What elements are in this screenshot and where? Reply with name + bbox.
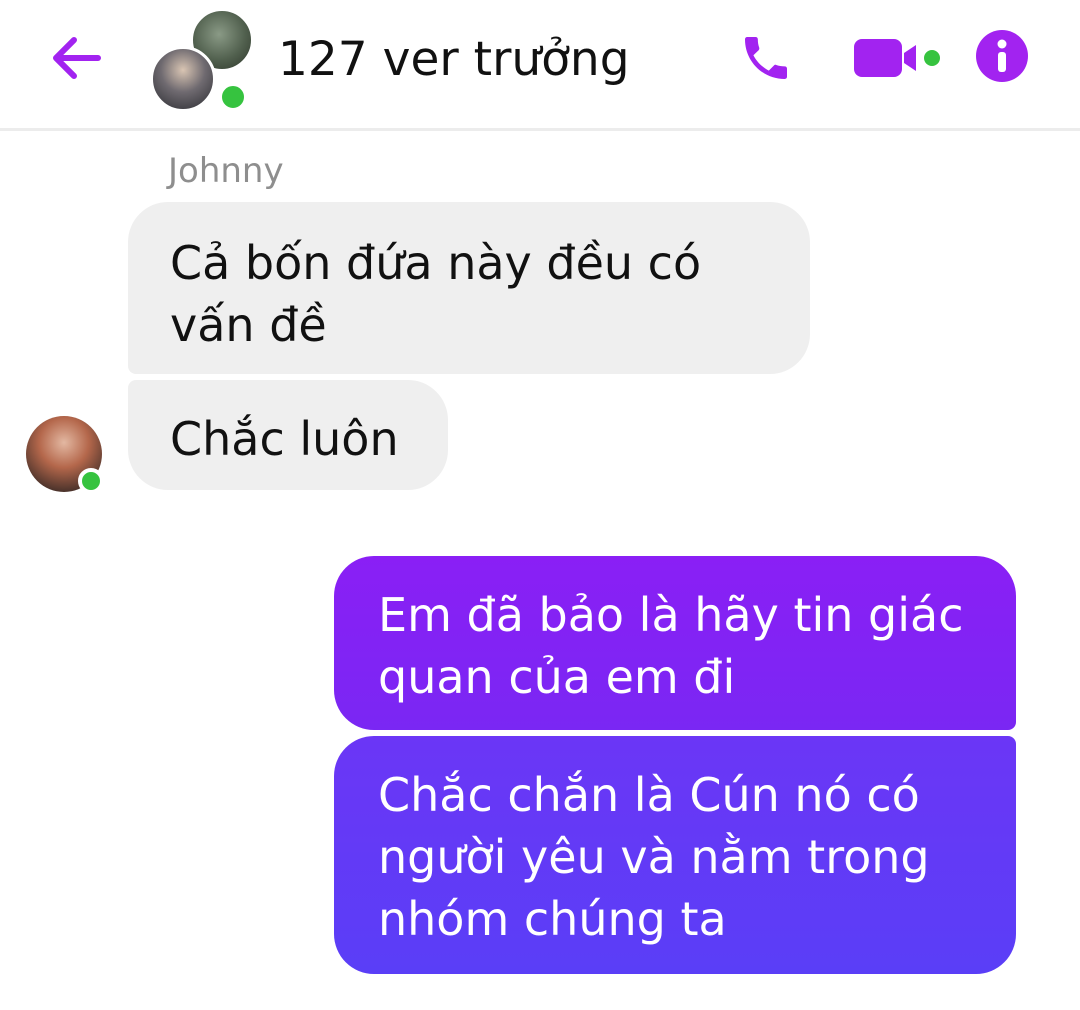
- voice-call-button[interactable]: [738, 30, 794, 86]
- member-avatar: [150, 46, 216, 112]
- online-indicator: [78, 468, 104, 494]
- message-text: Chắc chắn là Cún nó có người yêu và nằm …: [378, 768, 930, 946]
- conversation-title[interactable]: 127 ver trưởng: [278, 28, 630, 92]
- sender-name: Johnny: [168, 151, 284, 191]
- message-text: Em đã bảo là hãy tin giác quan của em đi: [378, 588, 964, 704]
- message-text: Chắc luôn: [170, 412, 399, 466]
- outgoing-message-bubble[interactable]: Em đã bảo là hãy tin giác quan của em đi: [334, 556, 1016, 730]
- incoming-message-bubble[interactable]: Cả bốn đứa này đều có vấn đề: [128, 202, 810, 374]
- chat-screen: 127 ver trưởng Johnny Cả bốn đứa này đều…: [0, 0, 1080, 1010]
- back-button[interactable]: [46, 30, 106, 86]
- message-text: Cả bốn đứa này đều có vấn đề: [170, 236, 702, 352]
- video-camera-icon: [854, 39, 940, 77]
- info-icon: [976, 30, 1028, 82]
- outgoing-message-bubble[interactable]: Chắc chắn là Cún nó có người yêu và nằm …: [334, 736, 1016, 974]
- back-arrow-icon: [53, 37, 101, 79]
- chat-header: 127 ver trưởng: [0, 0, 1080, 131]
- incoming-message-bubble[interactable]: Chắc luôn: [128, 380, 448, 490]
- group-avatar[interactable]: [150, 8, 254, 112]
- info-button[interactable]: [974, 28, 1030, 84]
- phone-icon: [745, 37, 787, 79]
- online-indicator: [218, 82, 248, 112]
- video-call-button[interactable]: [852, 36, 944, 80]
